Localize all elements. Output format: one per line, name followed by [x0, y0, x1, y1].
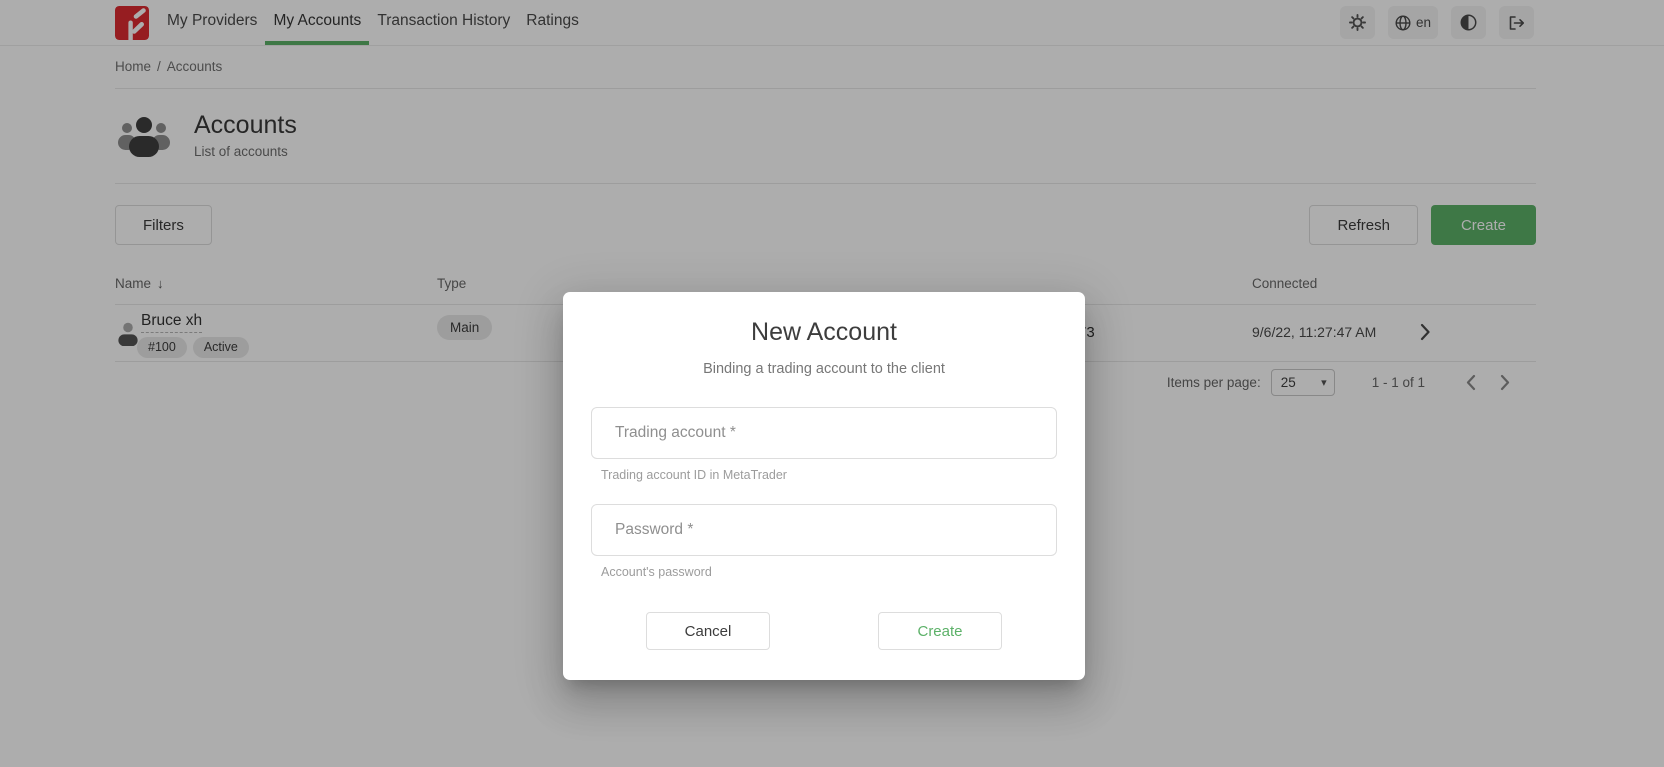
trading-account-field-group: Trading account ID in MetaTrader: [591, 407, 1057, 482]
new-account-dialog: New Account Binding a trading account to…: [563, 292, 1085, 680]
dialog-title: New Account: [591, 318, 1057, 347]
dialog-actions: Cancel Create: [591, 612, 1057, 650]
cancel-button[interactable]: Cancel: [646, 612, 770, 650]
password-field-group: Account's password: [591, 504, 1057, 579]
dialog-create-button[interactable]: Create: [878, 612, 1002, 650]
trading-account-hint: Trading account ID in MetaTrader: [601, 468, 1057, 482]
password-input[interactable]: [591, 504, 1057, 556]
trading-account-input[interactable]: [591, 407, 1057, 459]
dialog-subtitle: Binding a trading account to the client: [591, 361, 1057, 377]
password-hint: Account's password: [601, 565, 1057, 579]
